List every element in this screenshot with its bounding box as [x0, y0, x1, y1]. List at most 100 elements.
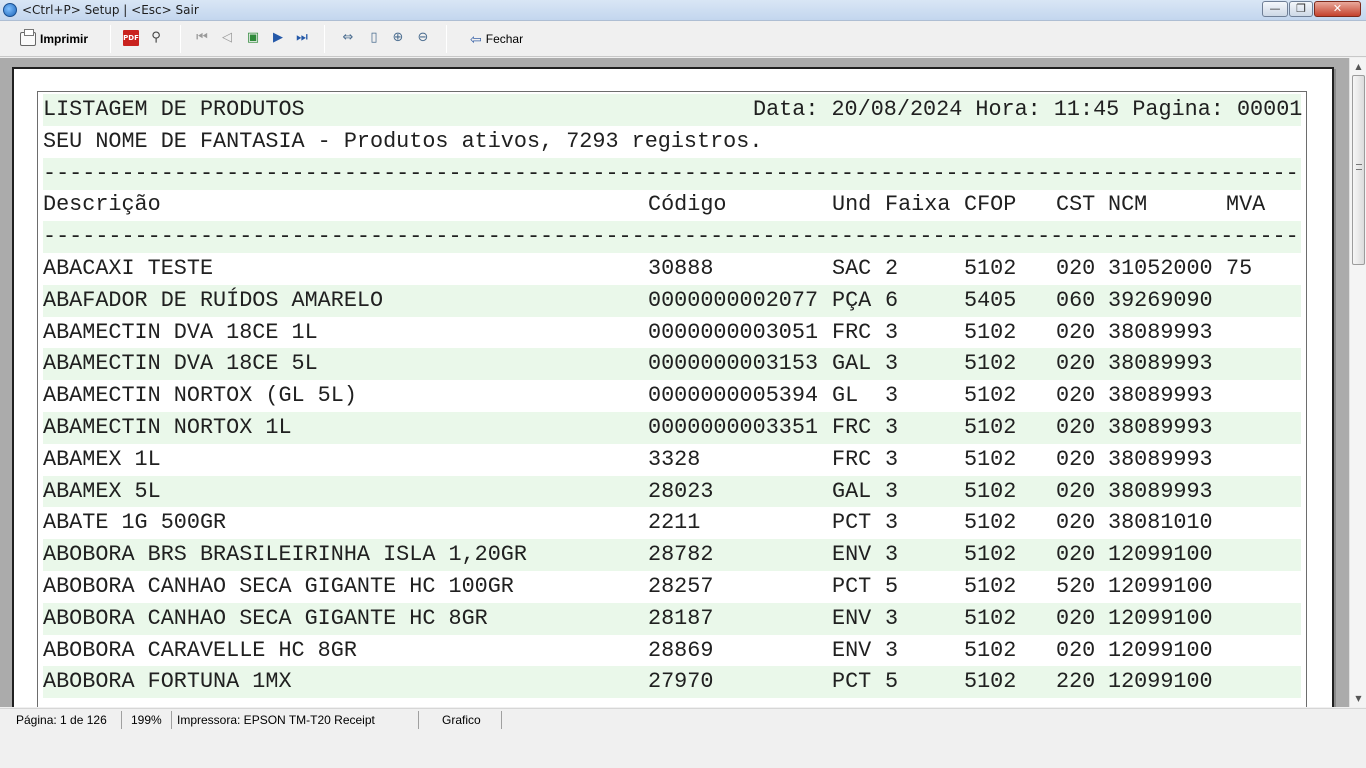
table-row: ABAMECTIN NORTOX (GL 5L) 0000000005394 GL 3…	[43, 380, 1301, 412]
cell-faixa: 5	[885, 574, 899, 599]
whole-page-icon[interactable]: ▯	[366, 30, 382, 46]
printer-icon	[20, 29, 36, 46]
cell-faixa: 3	[885, 446, 899, 472]
cell-ncm: 12099100	[1108, 669, 1213, 695]
table-row: ABOBORA BRS BRASILEIRINHA ISLA 1,20GR 287…	[43, 539, 1301, 571]
scroll-thumb[interactable]	[1352, 75, 1365, 265]
cell-cst: 520	[1056, 574, 1096, 599]
cell-codigo: 0000000005394	[648, 383, 819, 409]
table-row: ABAMECTIN NORTOX 1L 0000000003351 FRC 3 5102…	[43, 412, 1301, 444]
cell-und: PCT	[832, 669, 872, 695]
vertical-scrollbar[interactable]: ▲ ▼	[1349, 58, 1366, 707]
col-ncm: NCM	[1108, 192, 1148, 217]
scroll-down-icon[interactable]: ▼	[1350, 690, 1366, 707]
status-bar: Página: 1 de 126 199% Impressora: EPSON …	[0, 708, 1366, 730]
status-mode: Grafico	[424, 711, 502, 729]
cell-faixa: 6	[885, 287, 899, 313]
cell-cfop: 5102	[964, 605, 1017, 631]
cell-cst: 060	[1056, 287, 1096, 313]
cell-ncm: 12099100	[1108, 542, 1213, 568]
pdf-icon[interactable]: PDF	[123, 30, 139, 46]
page-width-icon[interactable]: ⇔	[340, 30, 356, 46]
close-window-button[interactable]: ✕	[1314, 1, 1361, 17]
cell-cst: 020	[1056, 478, 1096, 504]
cell-cfop: 5102	[964, 383, 1017, 409]
zoom-out-icon[interactable]: ⊖	[415, 30, 431, 46]
cell-cst: 020	[1056, 542, 1096, 568]
cell-descricao: ABOBORA CANHAO SECA GIGANTE HC 8GR	[43, 605, 488, 631]
close-report-button[interactable]: ⇦ Fechar	[470, 28, 523, 50]
cell-cst: 020	[1056, 415, 1096, 440]
cell-cfop: 5102	[964, 669, 1017, 695]
cell-ncm: 31052000	[1108, 256, 1213, 281]
cell-descricao: ABAFADOR DE RUÍDOS AMARELO	[43, 287, 384, 313]
cell-codigo: 2211	[648, 510, 701, 536]
cell-cfop: 5102	[964, 542, 1017, 568]
cell-faixa: 3	[885, 415, 899, 440]
cell-descricao: ABAMEX 5L	[43, 478, 161, 504]
cell-faixa: 3	[885, 605, 899, 631]
cell-descricao: ABAMECTIN DVA 18CE 5L	[43, 351, 318, 377]
cell-ncm: 38089993	[1108, 351, 1213, 377]
cell-ncm: 12099100	[1108, 574, 1213, 599]
table-row: ABOBORA CANHAO SECA GIGANTE HC 100GR 2825…	[43, 571, 1301, 603]
col-faixa: Faixa	[885, 192, 951, 217]
cell-cst: 220	[1056, 669, 1096, 695]
col-codigo: Código	[648, 192, 727, 217]
cell-descricao: ABAMECTIN NORTOX (GL 5L)	[43, 383, 357, 409]
status-zoom: 199%	[127, 711, 172, 729]
cell-cfop: 5102	[964, 351, 1017, 377]
cell-codigo: 28257	[648, 574, 714, 599]
cell-faixa: 3	[885, 478, 899, 504]
scroll-up-icon[interactable]: ▲	[1350, 58, 1366, 75]
table-row: ABOBORA CARAVELLE HC 8GR 28869 ENV 3 5102 020…	[43, 635, 1301, 667]
zoom-in-icon[interactable]: ⊕	[390, 30, 406, 46]
cell-und: FRC	[832, 319, 872, 345]
toolbar-separator	[180, 25, 181, 53]
cell-und: ENV	[832, 605, 872, 631]
cell-und: ENV	[832, 542, 872, 568]
status-printer: Impressora: EPSON TM-T20 Receipt	[173, 711, 419, 729]
cell-descricao: ABOBORA FORTUNA 1MX	[43, 669, 292, 695]
last-page-icon[interactable]: ⏭	[294, 30, 310, 46]
cell-descricao: ABAMECTIN NORTOX 1L	[43, 415, 292, 440]
col-cst: CST	[1056, 192, 1096, 217]
col-mva: MVA	[1226, 192, 1266, 217]
table-row: ABAFADOR DE RUÍDOS AMARELO 0000000002077 P…	[43, 284, 1301, 317]
close-report-label: Fechar	[485, 32, 524, 46]
print-button[interactable]: Imprimir	[20, 28, 88, 50]
report-meta: Data: 20/08/2024 Hora: 11:45 Pagina: 000…	[753, 97, 1303, 122]
minimize-button[interactable]: —	[1262, 1, 1288, 17]
cell-faixa: 2	[885, 256, 899, 281]
cell-und: SAC	[832, 256, 872, 281]
cell-cfop: 5102	[964, 415, 1017, 440]
cell-codigo: 0000000003351	[648, 415, 819, 440]
cell-cfop: 5102	[964, 637, 1017, 663]
cell-codigo: 0000000003051	[648, 319, 819, 345]
table-row: ABOBORA CANHAO SECA GIGANTE HC 8GR 28187 E…	[43, 602, 1301, 635]
binoculars-icon[interactable]: ⚲	[148, 30, 164, 46]
col-und: Und	[832, 192, 872, 217]
cell-ncm: 38081010	[1108, 510, 1213, 536]
cell-cfop: 5102	[964, 256, 1017, 281]
prev-page-icon[interactable]: ◁	[219, 30, 235, 46]
app-icon	[3, 3, 17, 17]
next-page-icon[interactable]: ▶	[270, 30, 286, 46]
cell-faixa: 5	[885, 669, 899, 695]
cell-und: FRC	[832, 415, 872, 440]
cell-codigo: 28869	[648, 637, 714, 663]
cell-cfop: 5102	[964, 510, 1017, 536]
col-descricao: Descrição	[43, 192, 161, 217]
report-content: LISTAGEM DE PRODUTOS Data: 20/08/2024 Ho…	[37, 91, 1307, 707]
cell-descricao: ABACAXI TESTE	[43, 256, 214, 281]
cell-cfop: 5405	[964, 287, 1017, 313]
maximize-button[interactable]: ❐	[1289, 1, 1313, 17]
cell-faixa: 3	[885, 319, 899, 345]
cell-cst: 020	[1056, 446, 1096, 472]
cell-und: GAL	[832, 351, 872, 377]
first-page-icon[interactable]: ⏮	[194, 30, 210, 46]
report-viewport[interactable]: LISTAGEM DE PRODUTOS Data: 20/08/2024 Ho…	[0, 58, 1349, 707]
cell-codigo: 28782	[648, 542, 714, 568]
goto-page-icon[interactable]: ▣	[245, 30, 261, 46]
cell-mva: 75	[1226, 256, 1253, 281]
